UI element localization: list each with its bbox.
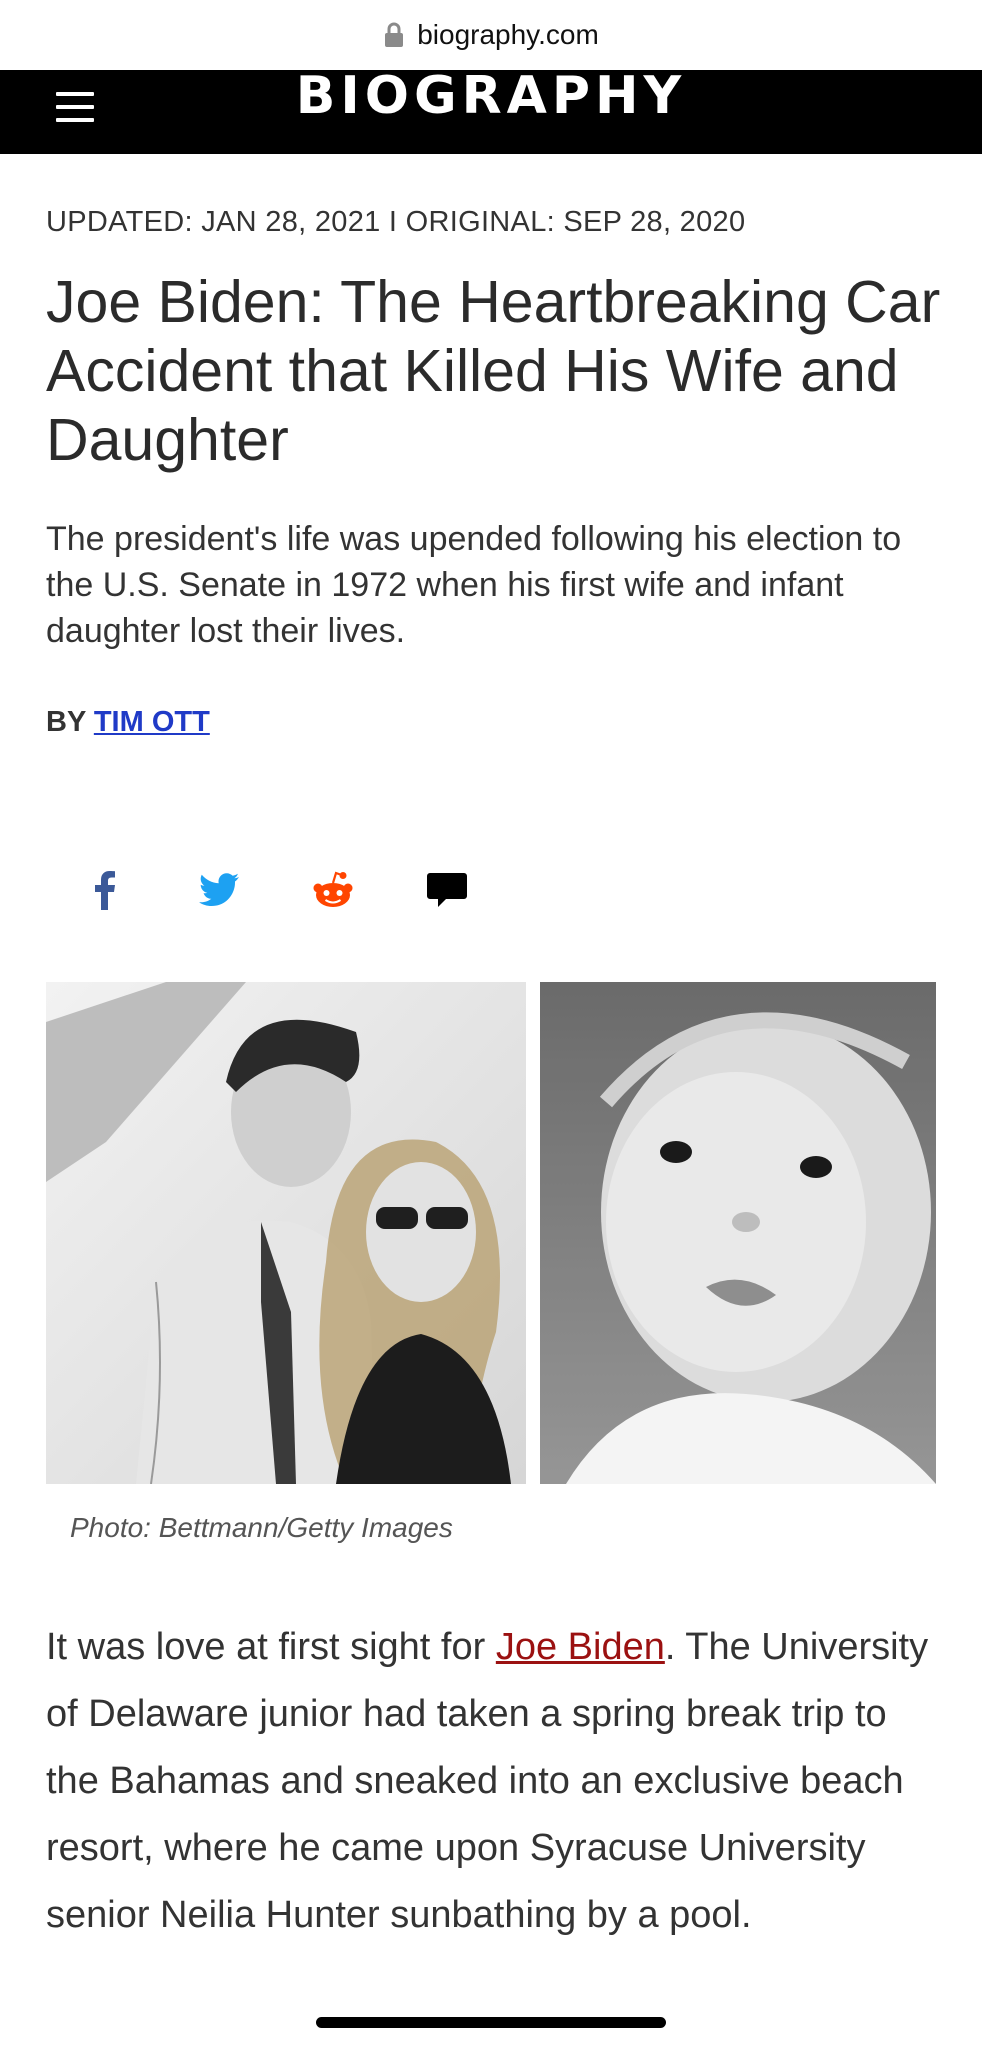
page: biography.com BIOGRAPHY UPDATED: JAN 28,… xyxy=(0,0,982,2048)
body-text-after-link: . The University of Delaware junior had … xyxy=(46,1626,929,1936)
article-dates: UPDATED: JAN 28, 2021 I ORIGINAL: SEP 28… xyxy=(46,206,746,238)
twitter-icon[interactable] xyxy=(196,867,242,913)
author-link[interactable]: TIM OTT xyxy=(94,706,210,738)
share-bar xyxy=(82,866,538,914)
comment-icon[interactable] xyxy=(424,867,470,913)
article-dek: The president's life was upended followi… xyxy=(46,520,902,650)
reddit-icon[interactable] xyxy=(310,867,356,913)
home-indicator[interactable] xyxy=(316,2017,666,2028)
site-logo[interactable]: BIOGRAPHY xyxy=(0,66,982,126)
photo-caption: Photo: Bettmann/Getty Images xyxy=(70,1512,453,1543)
url-text: biography.com xyxy=(417,19,599,50)
joe-biden-link[interactable]: Joe Biden xyxy=(496,1626,665,1668)
lock-icon xyxy=(385,22,404,47)
article-title: Joe Biden: The Heartbreaking Car Acciden… xyxy=(46,269,941,473)
url-bar[interactable]: biography.com xyxy=(0,0,982,70)
photo-illustration xyxy=(46,982,936,1484)
byline: BY TIM OTT xyxy=(46,706,210,739)
hero-photo xyxy=(46,982,936,1484)
article-body-paragraph: It was love at first sight for Joe Biden… xyxy=(46,1614,946,1949)
site-header: BIOGRAPHY xyxy=(0,66,982,154)
facebook-icon[interactable] xyxy=(82,867,128,913)
byline-prefix: BY xyxy=(46,706,94,738)
body-text-before-link: It was love at first sight for xyxy=(46,1626,496,1668)
